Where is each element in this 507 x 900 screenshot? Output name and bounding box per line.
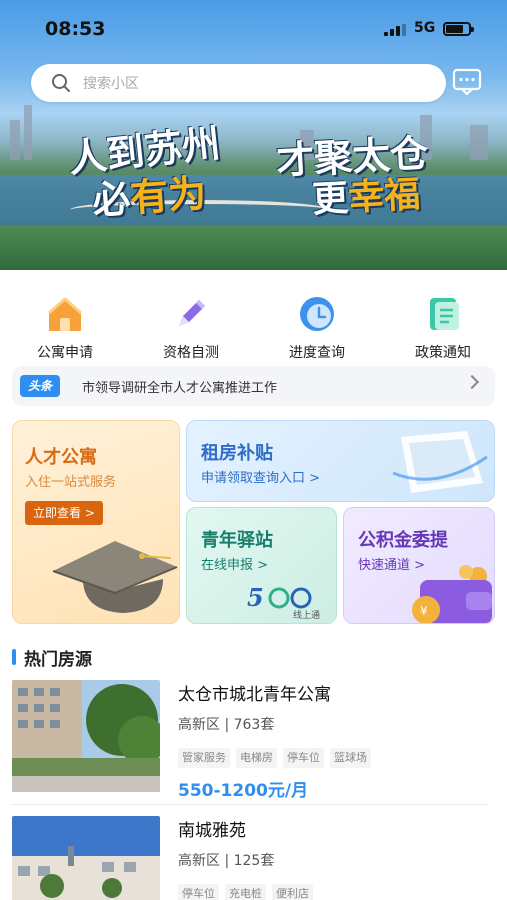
- listing-price: 550-1200元/月: [178, 781, 309, 801]
- slogan-left-line2: 必有为: [90, 162, 208, 225]
- network-label: 5G: [414, 20, 436, 36]
- clock-icon: [297, 294, 337, 334]
- listing-photo: [12, 680, 160, 792]
- card-title: 租房补贴: [201, 443, 273, 464]
- message-icon[interactable]: [452, 68, 482, 96]
- quick-actions: 公寓申请 资格自测 进度查询 政策通知: [0, 294, 507, 366]
- listing-tag: 篮球场: [330, 748, 371, 768]
- card-stack-icon: [392, 431, 488, 493]
- card-title: 青年驿站: [201, 530, 273, 551]
- slogan-right-line2: 更幸福: [311, 165, 422, 223]
- battery-icon: [443, 22, 474, 36]
- svg-text:5: 5: [247, 583, 264, 612]
- card-subtitle: 申请领取查询入口 >: [201, 471, 321, 486]
- listing-district: 高新区 | 125套: [178, 853, 275, 869]
- headline-notice[interactable]: 头条 市领导调研全市人才公寓推进工作: [12, 366, 495, 406]
- graduation-cap-icon: [52, 541, 178, 613]
- document-icon: [423, 294, 463, 334]
- search-placeholder: 搜索小区: [83, 76, 139, 92]
- youth-station-logo-text: 线上通: [293, 611, 321, 621]
- search-icon: [52, 74, 70, 92]
- listing-district: 高新区 | 763套: [178, 717, 275, 733]
- listing-tag: 便利店: [272, 884, 313, 900]
- card-rent-subsidy[interactable]: 租房补贴 申请领取查询入口 >: [186, 420, 495, 502]
- svg-text:¥: ¥: [420, 604, 428, 618]
- skyline-building: [24, 105, 32, 160]
- app-screen: 人到苏州 必有为 才聚太仓 更幸福 08:53 5G 搜索小区 公寓申请 资格自…: [0, 0, 507, 900]
- listing-divider: [12, 804, 488, 805]
- main-content: 公寓申请 资格自测 进度查询 政策通知 头条 市领导调研全市人才公寓推进工作 人…: [0, 270, 507, 900]
- house-icon: [45, 294, 85, 334]
- status-time: 08:53: [45, 18, 106, 40]
- quick-action-label: 政策通知: [415, 345, 471, 361]
- view-now-button[interactable]: 立即查看 >: [25, 501, 103, 525]
- pencil-icon: [171, 294, 211, 334]
- chevron-right-icon: [464, 374, 480, 390]
- skyline-building: [470, 125, 488, 160]
- battery-level: [446, 25, 463, 33]
- slogan-part: 更: [311, 176, 350, 221]
- listing-tag: 管家服务: [178, 748, 230, 768]
- card-title: 公积金委提: [358, 530, 448, 551]
- listing-item[interactable]: 南城雅苑 高新区 | 125套 停车位 充电桩 便利店: [12, 816, 495, 900]
- listing-name: 太仓市城北青年公寓: [178, 685, 331, 705]
- card-youth-station[interactable]: 青年驿站 在线申报 > 5 线上通: [186, 507, 337, 624]
- section-hot-listings: 热门房源: [12, 646, 92, 670]
- status-bar: 08:53 5G: [0, 0, 507, 58]
- slogan-part-highlight: 幸福: [347, 173, 422, 219]
- listing-photo: [12, 816, 160, 900]
- card-provident-fund[interactable]: 公积金委提 快速通道 > ¥: [343, 507, 495, 624]
- listing-tag: 电梯房: [236, 748, 277, 768]
- quick-action-label: 进度查询: [289, 345, 345, 361]
- section-title: 热门房源: [24, 649, 92, 670]
- listing-item[interactable]: 太仓市城北青年公寓 高新区 | 763套 管家服务 电梯房 停车位 篮球场 55…: [12, 680, 495, 801]
- headline-text: 市领导调研全市人才公寓推进工作: [82, 380, 278, 396]
- search-bar[interactable]: 搜索小区: [31, 64, 446, 102]
- listing-tag: 停车位: [283, 748, 324, 768]
- wallet-icon: ¥: [412, 565, 492, 623]
- card-talent-apartment[interactable]: 人才公寓 入住一站式服务 立即查看 >: [12, 420, 180, 624]
- listing-tags: 停车位 充电桩 便利店: [178, 884, 319, 900]
- card-title: 人才公寓: [25, 447, 97, 468]
- quick-action-label: 公寓申请: [37, 345, 93, 361]
- quick-action-apartment-apply[interactable]: 公寓申请: [15, 294, 115, 362]
- quick-action-self-check[interactable]: 资格自测: [141, 294, 241, 362]
- park-land: [0, 226, 507, 270]
- quick-action-policy[interactable]: 政策通知: [393, 294, 493, 362]
- signal-icon: [384, 24, 406, 36]
- card-subtitle: 入住一站式服务: [25, 475, 117, 490]
- quick-action-label: 资格自测: [163, 345, 219, 361]
- slogan-part-highlight: 有为: [128, 170, 208, 221]
- listing-tags: 管家服务 电梯房 停车位 篮球场: [178, 748, 377, 768]
- slogan-part: 必: [90, 175, 132, 223]
- listing-tag: 停车位: [178, 884, 219, 900]
- skyline-building: [10, 120, 20, 160]
- quick-action-progress[interactable]: 进度查询: [267, 294, 367, 362]
- listing-name: 南城雅苑: [178, 821, 246, 841]
- section-accent-bar: [12, 649, 16, 665]
- headline-tag: 头条: [20, 375, 61, 397]
- listing-tag: 充电桩: [225, 884, 266, 900]
- card-subtitle: 在线申报 >: [201, 558, 269, 573]
